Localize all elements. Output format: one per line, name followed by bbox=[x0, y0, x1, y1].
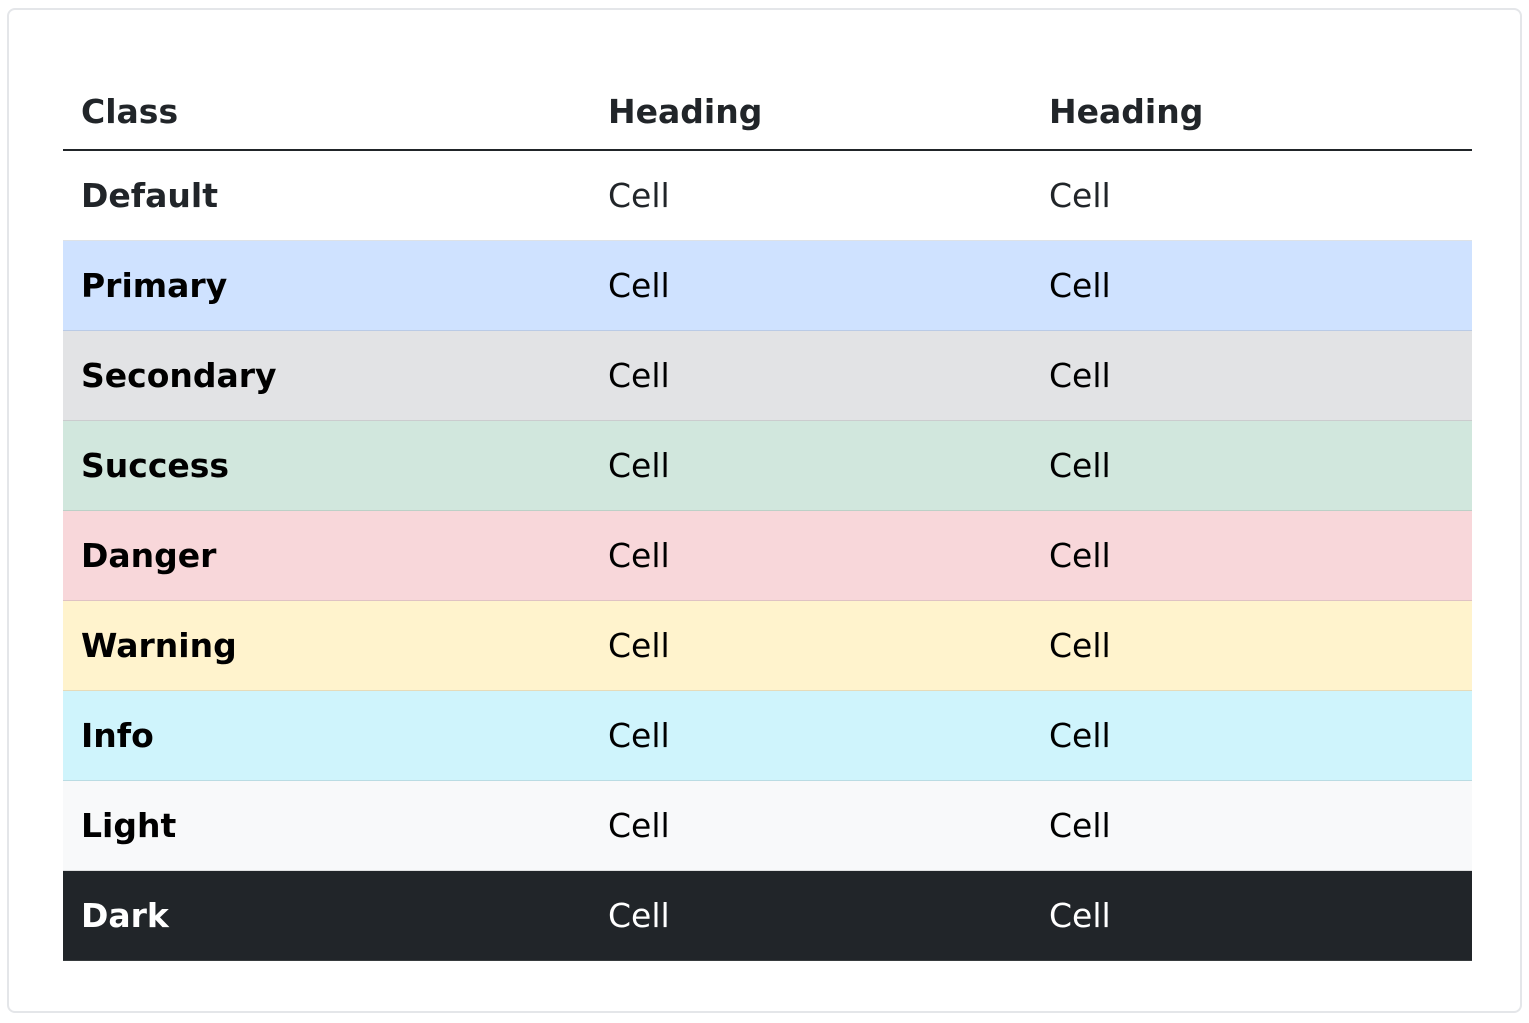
header-row: Class Heading Heading bbox=[63, 70, 1472, 151]
row-label: Primary bbox=[81, 265, 228, 305]
table-cell: Cell bbox=[1049, 715, 1111, 755]
table-cell: Cell bbox=[608, 805, 670, 845]
table-cell: Cell bbox=[1049, 805, 1111, 845]
table-row-light: Light Cell Cell bbox=[63, 780, 1472, 870]
table-cell: Cell bbox=[608, 265, 670, 305]
table-cell: Cell bbox=[608, 445, 670, 485]
table-cell: Cell bbox=[608, 715, 670, 755]
header-heading-2: Heading bbox=[1031, 70, 1472, 151]
row-label: Light bbox=[81, 805, 177, 845]
table-cell: Cell bbox=[1049, 265, 1111, 305]
header-heading-1: Heading bbox=[590, 70, 1031, 151]
table-row-warning: Warning Cell Cell bbox=[63, 600, 1472, 690]
table-cell: Cell bbox=[1049, 895, 1111, 935]
table-row-primary: Primary Cell Cell bbox=[63, 240, 1472, 330]
table-cell: Cell bbox=[608, 355, 670, 395]
table-cell: Cell bbox=[608, 175, 670, 215]
variants-table: Class Heading Heading Default Cell Cell … bbox=[63, 70, 1472, 961]
table-row-dark: Dark Cell Cell bbox=[63, 870, 1472, 960]
table-card: Class Heading Heading Default Cell Cell … bbox=[7, 8, 1522, 1013]
table-cell: Cell bbox=[608, 895, 670, 935]
table-header: Class Heading Heading bbox=[63, 70, 1472, 151]
header-class: Class bbox=[63, 70, 590, 151]
table-cell: Cell bbox=[1049, 355, 1111, 395]
table-cell: Cell bbox=[1049, 625, 1111, 665]
row-label: Dark bbox=[81, 895, 169, 935]
table-cell: Cell bbox=[1049, 535, 1111, 575]
row-label: Info bbox=[81, 715, 154, 755]
table-row-danger: Danger Cell Cell bbox=[63, 510, 1472, 600]
table-row-success: Success Cell Cell bbox=[63, 420, 1472, 510]
table-cell: Cell bbox=[608, 625, 670, 665]
table-body: Default Cell Cell Primary Cell Cell Seco… bbox=[63, 150, 1472, 960]
table-cell: Cell bbox=[1049, 445, 1111, 485]
table-row-default: Default Cell Cell bbox=[63, 150, 1472, 240]
row-label: Danger bbox=[81, 535, 217, 575]
row-label: Default bbox=[81, 175, 218, 215]
row-label: Warning bbox=[81, 625, 237, 665]
table-row-secondary: Secondary Cell Cell bbox=[63, 330, 1472, 420]
row-label: Success bbox=[81, 445, 230, 485]
table-cell: Cell bbox=[1049, 175, 1111, 215]
row-label: Secondary bbox=[81, 355, 277, 395]
table-row-info: Info Cell Cell bbox=[63, 690, 1472, 780]
table-cell: Cell bbox=[608, 535, 670, 575]
